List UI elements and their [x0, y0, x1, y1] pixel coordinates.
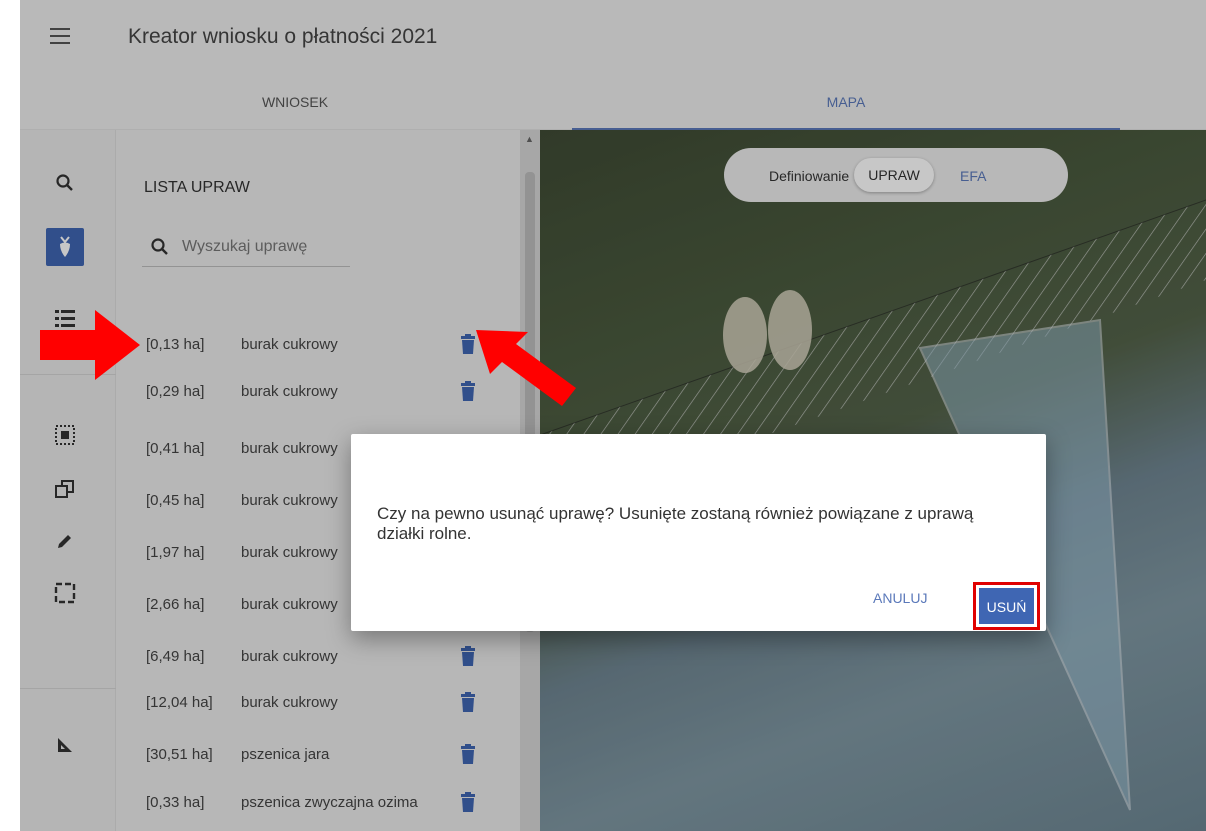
dialog-message: Czy na pewno usunąć uprawę? Usunięte zos… — [377, 504, 974, 543]
delete-button[interactable]: USUŃ — [979, 588, 1034, 624]
cancel-button[interactable]: ANULUJ — [873, 590, 927, 606]
red-arrow-icon — [476, 330, 576, 406]
red-arrow-icon — [40, 310, 140, 380]
delete-button-highlight: USUŃ — [973, 582, 1040, 630]
modal-backdrop[interactable] — [20, 0, 1206, 831]
confirm-delete-dialog: Czy na pewno usunąć uprawę? Usunięte zos… — [351, 434, 1046, 631]
